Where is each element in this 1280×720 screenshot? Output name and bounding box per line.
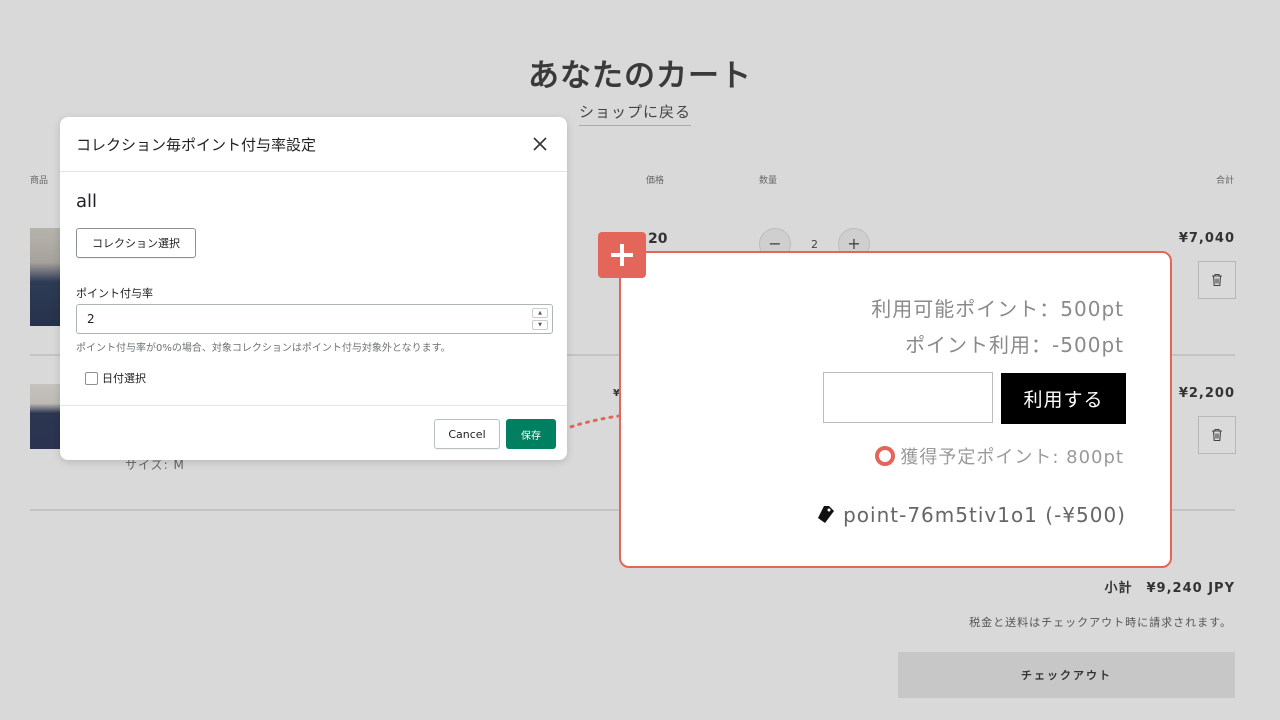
points-callout: 利用可能ポイント：500pt ポイント利用：-500pt 利用する 獲得予定ポイ… [619, 251, 1172, 568]
remove-item-button[interactable] [1198, 261, 1236, 299]
discount-code: point-76m5tiv1o1 (-¥500) [843, 503, 1126, 527]
trash-icon [1212, 273, 1222, 287]
modal-footer: Cancel 保存 [60, 405, 567, 460]
line-total: ¥7,040 [1178, 231, 1235, 246]
tax-note: 税金と送料はチェックアウト時に請求されます。 [969, 616, 1232, 629]
remove-item-button[interactable] [1198, 416, 1236, 454]
close-button[interactable] [529, 133, 551, 155]
plus-icon [611, 244, 633, 266]
plus-badge [598, 232, 646, 278]
modal-header: コレクション毎ポイント付与率設定 [60, 117, 567, 172]
product-image[interactable] [30, 384, 62, 449]
back-to-shop-link[interactable]: ショップに戻る [579, 101, 692, 126]
tag-icon [818, 506, 835, 523]
rate-help-text: ポイント付与率が0%の場合、対象コレクションはポイント付与対象外となります。 [76, 343, 451, 354]
date-select-checkbox[interactable] [85, 371, 98, 385]
earned-points: 獲得予定ポイント: 800pt [900, 447, 1124, 468]
subtotal-value: ¥9,240 JPY [1146, 581, 1235, 596]
product-image[interactable] [30, 228, 62, 326]
points-input[interactable] [823, 372, 993, 423]
cancel-button[interactable]: Cancel [434, 419, 500, 449]
collection-name: all [76, 191, 98, 212]
rate-value: 2 [87, 312, 95, 326]
item-price: 20 [648, 231, 668, 247]
use-points-button[interactable]: 利用する [1001, 373, 1126, 424]
stepper-down-icon[interactable]: ▼ [532, 320, 548, 330]
quantity-value: 2 [811, 238, 818, 251]
discount-code-row: point-76m5tiv1o1 (-¥500) [817, 503, 1126, 527]
subtotal-label: 小計 [1104, 581, 1133, 596]
highlight-ring-icon [875, 446, 896, 466]
points-used: ポイント利用：-500pt [905, 333, 1124, 357]
column-price: 価格 [646, 176, 665, 186]
earned-points-row: 獲得予定ポイント: 800pt [875, 443, 1124, 469]
select-collection-button[interactable]: コレクション選択 [76, 228, 196, 258]
column-product: 商品 [30, 176, 49, 186]
date-select-label[interactable]: 日付選択 [102, 370, 146, 386]
rate-label: ポイント付与率 [76, 287, 153, 300]
column-total: 合計 [1216, 176, 1235, 186]
trash-icon [1212, 428, 1222, 442]
point-rate-modal: コレクション毎ポイント付与率設定 all コレクション選択 ポイント付与率 2 … [60, 117, 567, 460]
subtotal: 小計 ¥9,240 JPY [1105, 577, 1236, 596]
rate-input[interactable]: 2 ▲ ▼ [76, 304, 553, 334]
line-total: ¥2,200 [1178, 386, 1235, 401]
rate-stepper[interactable]: ▲ ▼ [532, 308, 548, 330]
available-points: 利用可能ポイント：500pt [871, 297, 1124, 321]
close-icon [533, 137, 547, 151]
cart-title: あなたのカート [528, 58, 752, 94]
column-quantity: 数量 [759, 176, 778, 186]
stepper-up-icon[interactable]: ▲ [532, 308, 548, 318]
date-select-row: 日付選択 [85, 370, 146, 386]
save-button[interactable]: 保存 [506, 419, 556, 449]
checkout-button[interactable]: チェックアウト [898, 652, 1235, 698]
modal-title: コレクション毎ポイント付与率設定 [76, 135, 317, 154]
